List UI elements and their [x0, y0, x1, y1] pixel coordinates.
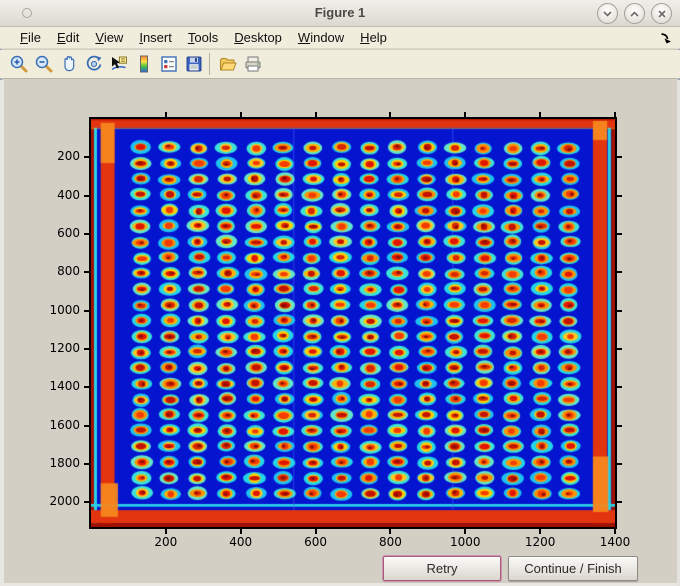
x-tick: [539, 529, 542, 534]
x-tick-label: 1400: [599, 535, 631, 549]
close-button[interactable]: [651, 3, 672, 24]
continue-finish-button[interactable]: Continue / Finish: [508, 556, 638, 581]
x-tick-top: [164, 112, 167, 117]
x-tick-label: 400: [229, 535, 253, 549]
y-tick-label: 400: [57, 187, 80, 202]
y-tick: [84, 271, 89, 274]
plot-image[interactable]: [89, 117, 617, 529]
menubar: File Edit View Insert Tools Desktop Wind…: [0, 27, 680, 49]
titlebar: Figure 1: [0, 0, 680, 27]
zoom-out-icon[interactable]: [31, 52, 56, 76]
y-tick-right: [617, 194, 622, 197]
x-tick-top: [389, 112, 392, 117]
x-tick: [314, 529, 317, 534]
y-tick-label: 1400: [49, 379, 80, 394]
x-tick-top: [614, 112, 616, 117]
y-tick-label: 1600: [49, 417, 80, 432]
colorbar-icon[interactable]: [131, 52, 156, 76]
y-tick-right: [617, 156, 622, 159]
y-tick-right: [617, 501, 622, 504]
print-icon[interactable]: [240, 52, 265, 76]
y-tick-right: [617, 424, 622, 427]
menu-item-edit[interactable]: Edit: [49, 28, 87, 47]
y-tick: [84, 233, 89, 236]
window-title: Figure 1: [314, 5, 366, 20]
x-tick: [239, 529, 242, 534]
x-tick-top: [239, 112, 242, 117]
menu-item-file[interactable]: File: [12, 28, 49, 47]
x-tick-top: [314, 112, 317, 117]
menu-item-view[interactable]: View: [87, 28, 131, 47]
y-tick: [84, 424, 89, 427]
x-tick: [464, 529, 467, 534]
y-tick: [84, 463, 89, 466]
y-tick-right: [617, 386, 622, 389]
y-tick-label: 600: [57, 226, 80, 241]
zoom-in-icon[interactable]: [6, 52, 31, 76]
y-tick-right: [617, 463, 622, 466]
x-tick-label: 600: [304, 535, 328, 549]
figure-window: Figure 1 File Edit View Insert Tools Des…: [0, 0, 680, 586]
y-tick-right: [617, 233, 622, 236]
y-tick-label: 1800: [49, 456, 80, 471]
y-tick: [84, 309, 89, 312]
menu-item-tools[interactable]: Tools: [180, 28, 226, 47]
toolbar-separator: [209, 53, 210, 75]
x-tick-label: 800: [378, 535, 402, 549]
chevron-up-icon: [630, 10, 639, 17]
save-icon[interactable]: [181, 52, 206, 76]
y-tick: [84, 386, 89, 389]
y-tick: [84, 156, 89, 159]
menu-item-desktop[interactable]: Desktop: [226, 28, 290, 47]
x-tick-top: [464, 112, 467, 117]
y-tick-label: 2000: [49, 494, 80, 509]
pan-hand-icon[interactable]: [56, 52, 81, 76]
close-icon: [657, 9, 666, 18]
y-tick-label: 800: [57, 264, 80, 279]
figure-toolbar: [0, 50, 680, 79]
x-tick: [389, 529, 392, 534]
x-tick-top: [539, 112, 542, 117]
minimize-button[interactable]: [597, 3, 618, 24]
insert-legend-icon[interactable]: [156, 52, 181, 76]
menu-overflow-arrow-icon[interactable]: [659, 31, 673, 45]
menu-item-insert[interactable]: Insert: [131, 28, 180, 47]
x-tick: [614, 529, 616, 534]
y-tick: [84, 501, 89, 504]
retry-button[interactable]: Retry: [383, 556, 501, 581]
maximize-button[interactable]: [624, 3, 645, 24]
window-controls: [597, 3, 672, 24]
y-tick-right: [617, 271, 622, 274]
rotate-3d-icon[interactable]: [81, 52, 106, 76]
open-folder-icon[interactable]: [215, 52, 240, 76]
x-tick-label: 1000: [450, 535, 481, 549]
chevron-down-icon: [603, 10, 612, 17]
y-tick: [84, 194, 89, 197]
y-tick-right: [617, 348, 622, 351]
data-cursor-icon[interactable]: [106, 52, 131, 76]
y-tick: [84, 348, 89, 351]
x-tick: [164, 529, 167, 534]
menu-item-help[interactable]: Help: [352, 28, 395, 47]
y-tick-label: 1000: [49, 302, 80, 317]
x-tick-label: 200: [154, 535, 178, 549]
y-tick-right: [617, 309, 622, 312]
x-tick-label: 1200: [524, 535, 556, 549]
y-tick-label: 200: [57, 149, 80, 164]
menu-item-window[interactable]: Window: [290, 28, 352, 47]
y-tick-label: 1200: [49, 341, 80, 356]
